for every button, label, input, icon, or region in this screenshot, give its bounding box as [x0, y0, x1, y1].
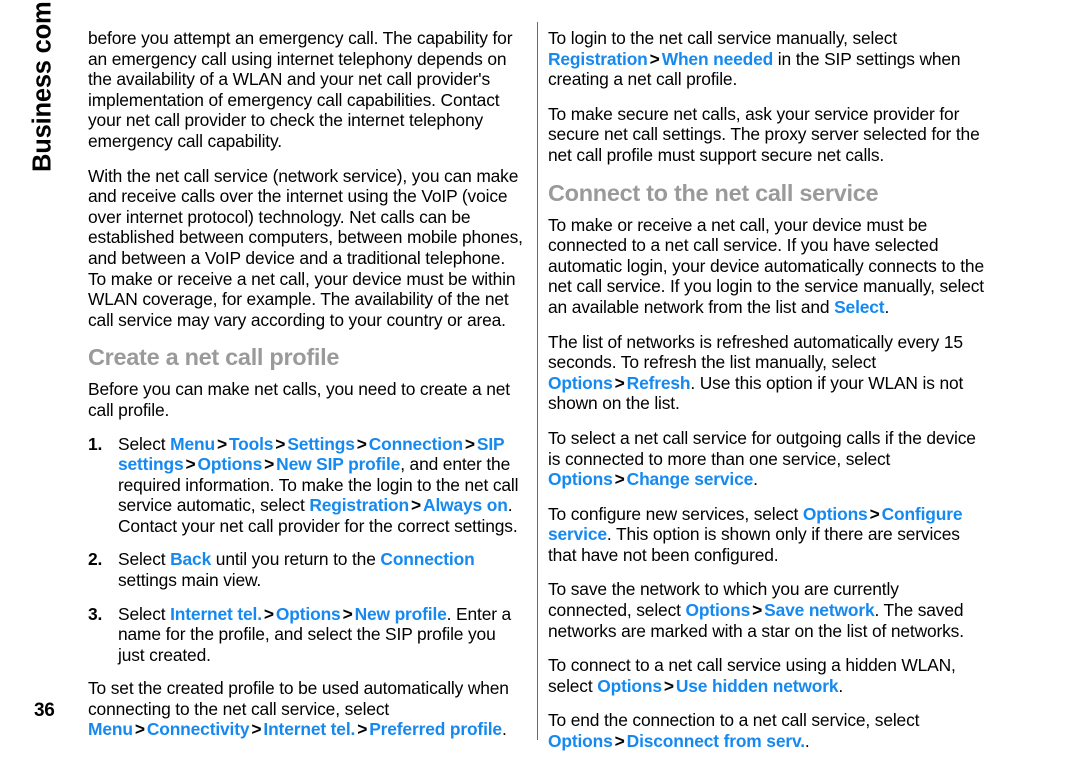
ui-path-link: Registration [548, 48, 648, 69]
ui-path-link: Configure service [548, 503, 963, 545]
ui-path-link: Preferred profile [369, 719, 502, 740]
ui-path-link: Connectivity [146, 719, 250, 740]
section-heading-connect-service: Connect to the net call service [548, 179, 879, 206]
left-column: before you attempt an emergency call. Th… [88, 28, 525, 678]
paragraph: To end the connection to a net call serv… [548, 710, 920, 752]
paragraph: With the net call service (network servi… [88, 165, 523, 330]
path-separator: > [752, 600, 763, 621]
ui-path-link: Save network [764, 600, 875, 621]
step-text: Select Menu > Tools > Settings > Connection > SI… [118, 433, 519, 536]
section-heading-create-profile: Create a net call profile [88, 344, 340, 371]
paragraph: To save the network to which you are cur… [548, 579, 964, 641]
path-separator: > [663, 675, 674, 696]
ui-path-link: Menu [170, 433, 215, 454]
ui-path-link: Settings [287, 433, 355, 454]
manual-page: Business communications 36 before you at… [0, 0, 1080, 779]
step-item: 1. Select Menu > Tools > Settings > Connection >… [88, 434, 525, 537]
ui-path-link: Options [548, 372, 613, 393]
paragraph: To make or receive a net call, your devi… [548, 214, 984, 317]
step-number: 3. [88, 603, 103, 624]
ui-path-link: Use hidden network [675, 675, 839, 696]
paragraph: To select a net call service for outgoin… [548, 427, 976, 490]
path-separator: > [649, 48, 660, 69]
path-separator: > [134, 719, 145, 740]
paragraph: before you attempt an emergency call. Th… [88, 28, 513, 151]
ui-path-link: Options [548, 731, 613, 752]
path-separator: > [342, 603, 353, 624]
ui-path-link: Internet tel. [263, 719, 356, 740]
path-separator: > [411, 495, 422, 516]
ui-path-link: Connection [380, 549, 475, 570]
paragraph: To login to the net call service manuall… [548, 28, 961, 90]
ui-path-link: Options [597, 675, 662, 696]
ui-path-link: Connection [368, 433, 463, 454]
ui-path-link: Refresh [626, 372, 691, 393]
step-number: 1. [88, 433, 103, 454]
ui-path-link: New profile [354, 603, 447, 624]
ui-path-link: When needed [661, 48, 774, 69]
ui-path-link: Options [548, 469, 613, 490]
ui-path-link: Always on [423, 495, 508, 516]
ui-path-link: Options [685, 600, 751, 621]
path-separator: > [356, 433, 367, 454]
step-item: 3. Select Internet tel. > Options > New profi… [88, 604, 525, 666]
ui-path-link: Menu [88, 719, 133, 740]
paragraph: The list of networks is refreshed automa… [548, 331, 964, 414]
step-text: Select Internet tel. > Options > New profile… [118, 603, 512, 665]
ui-path-link: Back [170, 549, 212, 570]
path-separator: > [263, 603, 274, 624]
path-separator: > [275, 433, 286, 454]
path-separator: > [614, 731, 625, 752]
step-number: 2. [88, 549, 103, 570]
path-separator: > [264, 454, 275, 475]
paragraph: To connect to a net call service using a… [548, 655, 956, 696]
path-separator: > [464, 433, 475, 454]
ui-path-link: Options [802, 503, 868, 524]
path-separator: > [251, 719, 262, 740]
paragraph: To configure new services, select Option… [548, 503, 963, 565]
column-divider [537, 22, 538, 740]
path-separator: > [869, 503, 880, 524]
paragraph: Before you can make net calls, you need … [88, 379, 510, 420]
ui-path-link: Tools [228, 433, 274, 454]
path-separator: > [614, 372, 625, 393]
ui-path-link: New SIP profile [276, 454, 401, 475]
path-separator: > [185, 454, 196, 475]
running-head-text: Business communications [28, 0, 57, 172]
ui-path-link: Options [197, 454, 263, 475]
ui-path-link: Options [275, 603, 341, 624]
right-column: To login to the net call service manuall… [548, 28, 985, 766]
trailing-note: To set the created profile to be used au… [88, 678, 509, 740]
step-text: Select Back until you return to the Conn… [118, 549, 475, 591]
ui-path-link: Select [834, 296, 885, 317]
step-item: 2. Select Back until you return to the Co… [88, 549, 525, 590]
path-separator: > [216, 433, 227, 454]
steps-list: 1. Select Menu > Tools > Settings > Connection >… [88, 434, 525, 666]
page-number: 36 [34, 700, 55, 721]
ui-path-link: Registration [309, 495, 410, 516]
ui-path-link: Change service [626, 469, 754, 490]
running-head: Business communications [0, 0, 86, 420]
ui-path-link: Disconnect from serv. [626, 731, 805, 752]
path-separator: > [357, 719, 368, 740]
ui-path-link: Internet tel. [170, 603, 262, 624]
paragraph: To make secure net calls, ask your servi… [548, 103, 980, 165]
path-separator: > [614, 469, 625, 490]
